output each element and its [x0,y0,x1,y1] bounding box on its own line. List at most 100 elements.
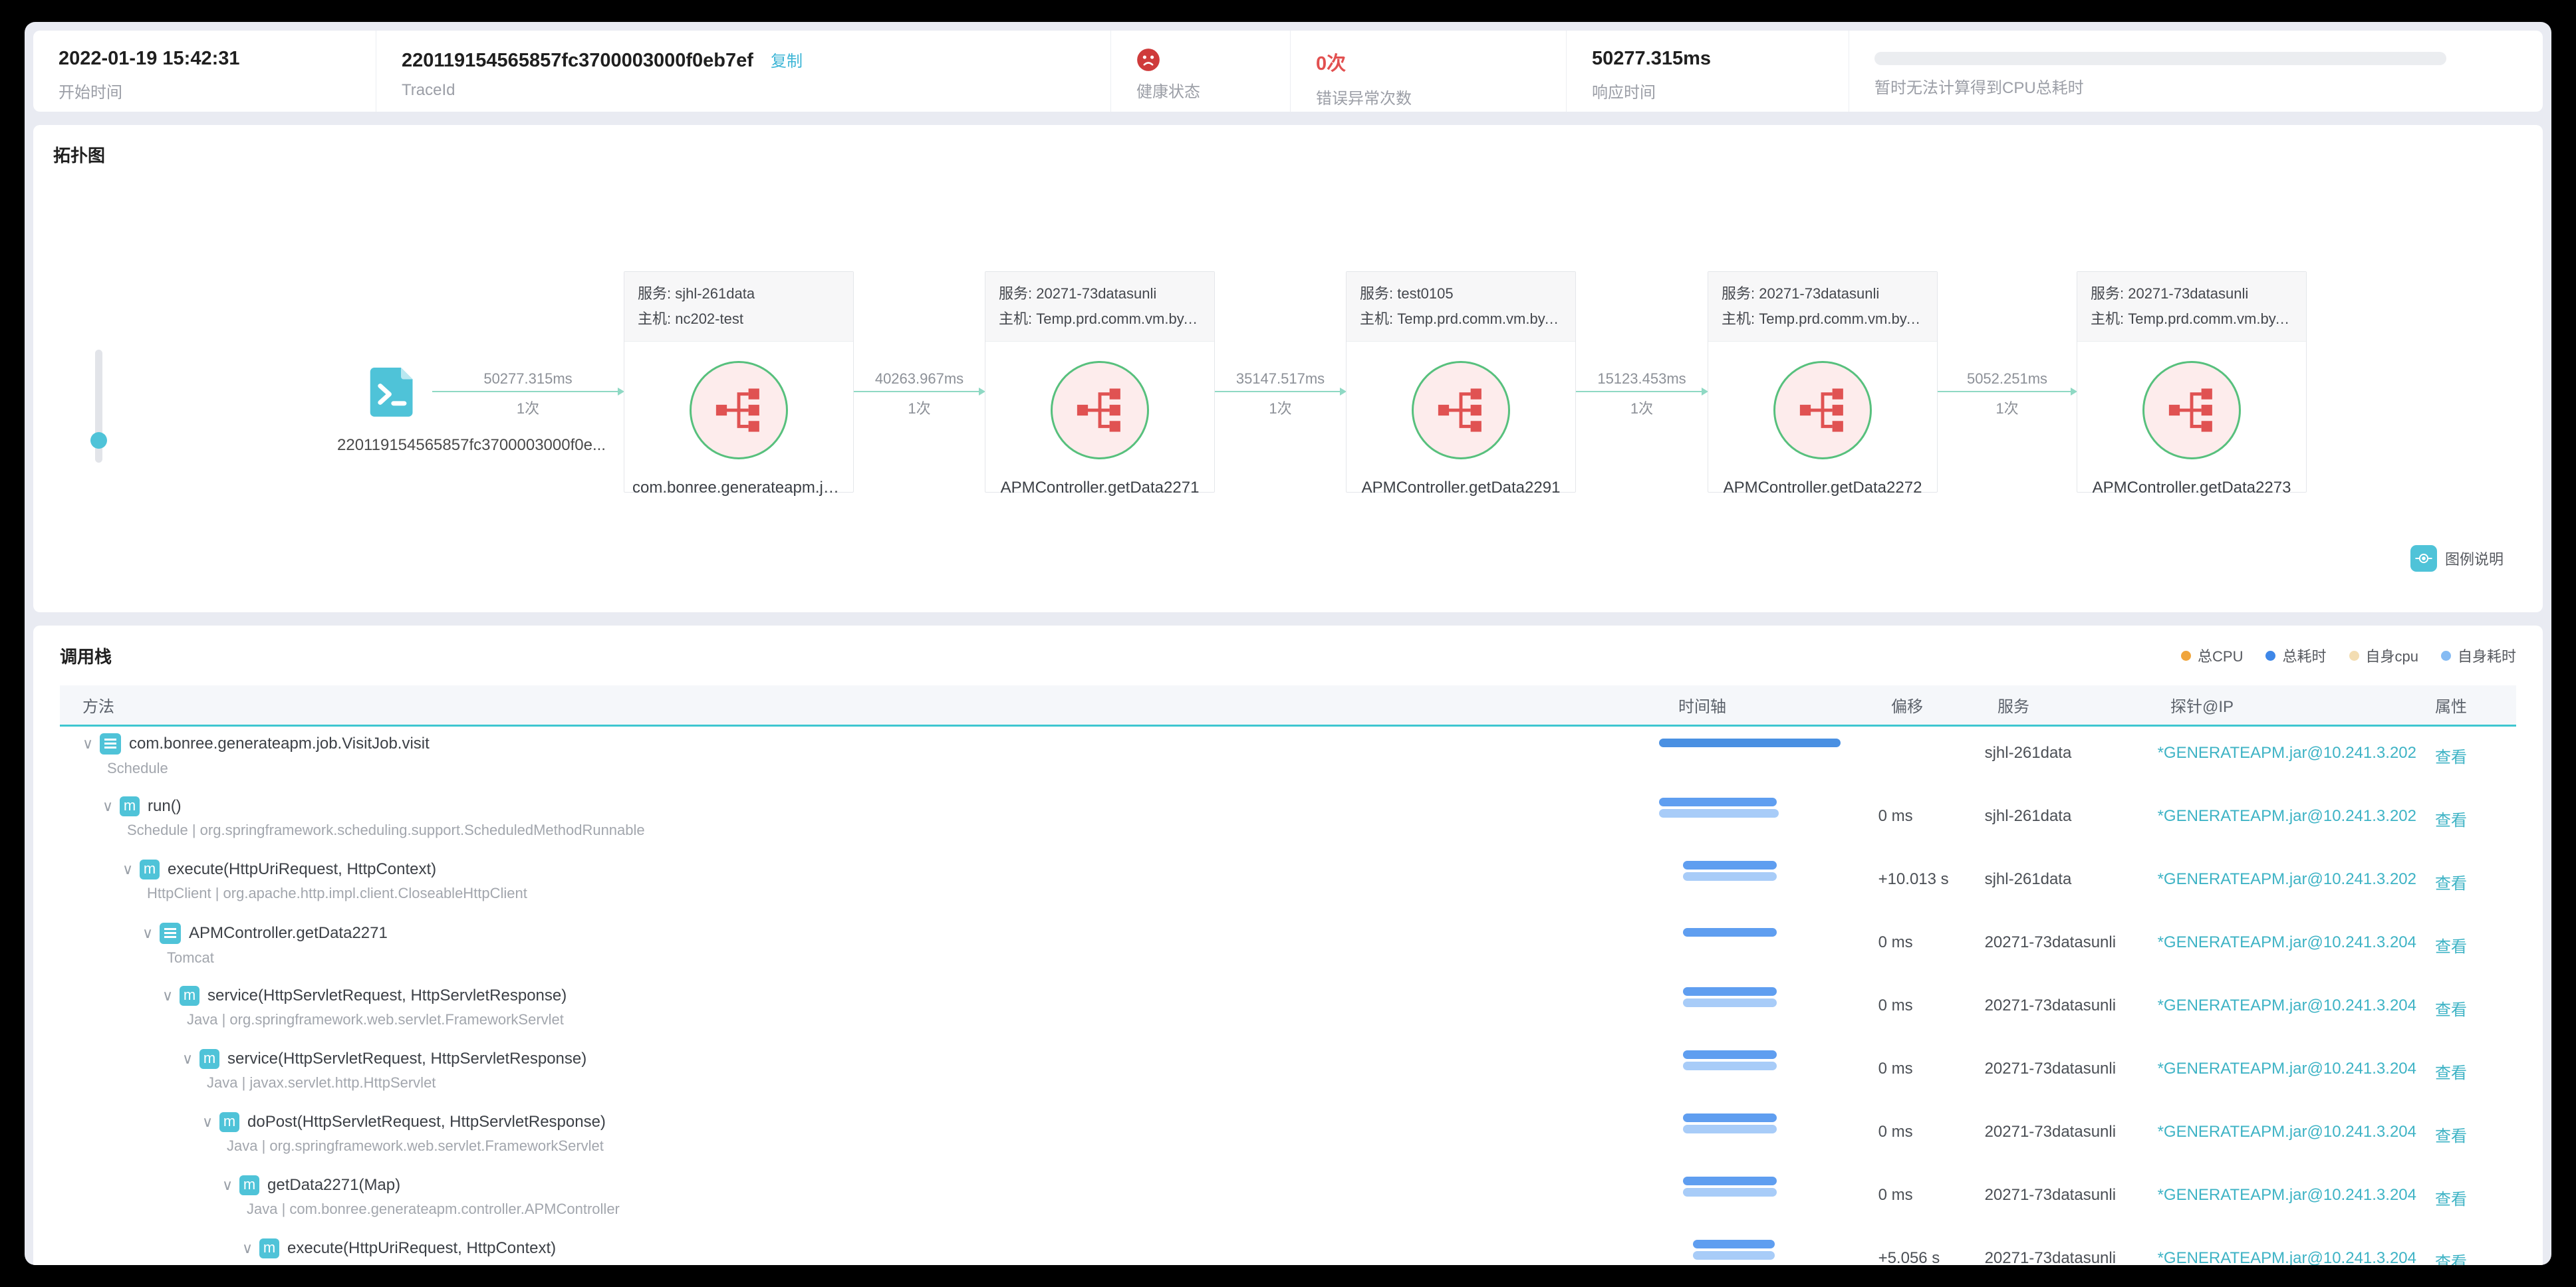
chevron-down-icon[interactable]: ∨ [82,735,100,753]
bar-legend: 总CPU 总耗时 自身cpu 自身耗时 [2181,645,2516,666]
probe-link[interactable]: *GENERATEAPM.jar@10.241.3.202 [2158,870,2416,888]
node-host-line: 主机: Temp.prd.comm.vm.by.idc.b... [2091,310,2293,327]
probe-link[interactable]: *GENERATEAPM.jar@10.241.3.204 [2158,1186,2416,1204]
method-name[interactable]: com.bonree.generateapm.job.VisitJob.visi… [129,735,430,753]
topology-node-header: 服务: 20271-73datasunli 主机: Temp.prd.comm.… [2077,272,2306,342]
service-name: 20271-73datasunli [1984,933,2117,951]
summary-start-time: 2022-01-19 15:42:31 开始时间 [33,31,376,112]
method-cell: ∨ service(HttpServletRequest, HttpServle… [60,979,1659,1042]
zoom-slider-knob[interactable] [90,432,107,449]
node-method-label: APMController.getData2273 [2092,479,2291,497]
topology-edge: 40263.967ms 1次 [854,370,985,419]
column-timeline: 时间轴 [1678,698,1726,716]
view-attributes-link[interactable]: 查看 [2435,807,2467,830]
probe-link[interactable]: *GENERATEAPM.jar@10.241.3.204 [2158,996,2416,1014]
timeline-cell [1659,979,1859,1042]
probe-link[interactable]: *GENERATEAPM.jar@10.241.3.202 [2158,807,2416,825]
topology-panel: 拓扑图 220119154565857fc3700003000f0e... 50… [33,125,2543,612]
view-attributes-link[interactable]: 查看 [2435,996,2467,1020]
column-offset: 偏移 [1891,698,1923,716]
chevron-down-icon[interactable]: ∨ [162,987,180,1004]
service-node-icon[interactable] [1773,361,1872,459]
trace-summary-bar: 2022-01-19 15:42:31 开始时间 220119154565857… [33,31,2543,112]
method-name[interactable]: APMController.getData2271 [189,924,388,943]
total-duration-bar [1682,928,1777,937]
view-attributes-link[interactable]: 查看 [2435,1123,2467,1146]
view-attributes-link[interactable]: 查看 [2435,1249,2467,1265]
node-service-line: 服务: test0105 [1360,285,1454,302]
trace-id-label: TraceId [402,81,455,99]
chevron-down-icon[interactable]: ∨ [182,1050,199,1068]
view-attributes-link[interactable]: 查看 [2435,933,2467,957]
legend-dot-icon [2181,650,2192,661]
self-duration-bar [1682,1188,1777,1197]
chevron-down-icon[interactable]: ∨ [142,925,160,942]
self-duration-bar [1692,1251,1775,1260]
method-name[interactable]: service(HttpServletRequest, HttpServletR… [207,987,567,1005]
topology-node-header: 服务: 20271-73datasunli 主机: Temp.prd.comm.… [985,272,1214,342]
summary-response-time: 50277.315ms 响应时间 [1566,31,1849,112]
edge-duration-label: 5052.251ms [1966,370,2048,387]
legend-button[interactable]: 图例说明 [2410,545,2504,572]
node-method-label: APMController.getData2291 [1361,479,1561,497]
topology-edge: 5052.251ms 1次 [1938,370,2077,419]
error-count-label: 错误异常次数 [1316,90,1412,108]
method-icon [160,923,181,944]
method-name[interactable]: service(HttpServletRequest, HttpServletR… [227,1050,586,1068]
probe-link[interactable]: *GENERATEAPM.jar@10.241.3.204 [2158,1249,2416,1265]
view-attributes-link[interactable]: 查看 [2435,1186,2467,1209]
view-attributes-link[interactable]: 查看 [2435,1060,2467,1083]
copy-trace-id-link[interactable]: 复制 [771,53,803,70]
edge-duration-label: 50277.315ms [483,370,573,387]
method-name[interactable]: run() [148,797,182,816]
probe-link[interactable]: *GENERATEAPM.jar@10.241.3.204 [2158,1060,2416,1078]
legend-button-label: 图例说明 [2445,551,2504,568]
edge-arrow-line [1938,388,2077,396]
edge-arrow-line [1215,388,1347,396]
method-name[interactable]: execute(HttpUriRequest, HttpContext) [168,860,436,879]
call-stack-header-row: 方法 时间轴 偏移 服务 探针@IP 属性 [60,685,2516,727]
chevron-down-icon[interactable]: ∨ [102,798,120,815]
topology-node-body [1347,342,1575,479]
method-cell: ∨ run() Schedule | org.springframework.s… [60,790,1659,853]
chevron-down-icon[interactable]: ∨ [222,1177,239,1194]
legend-dot-icon [2440,650,2451,661]
method-subtitle: Java | org.springframework.web.servlet.F… [187,1011,564,1028]
probe-link[interactable]: *GENERATEAPM.jar@10.241.3.204 [2158,933,2416,951]
service-node-icon[interactable] [690,361,788,459]
service-node-icon[interactable] [2142,361,2241,459]
probe-link[interactable]: *GENERATEAPM.jar@10.241.3.204 [2158,1123,2416,1141]
service-node-icon[interactable] [1412,361,1510,459]
start-time-value: 2022-01-19 15:42:31 [59,48,240,69]
method-name[interactable]: getData2271(Map) [267,1176,400,1195]
method-name[interactable]: execute(HttpUriRequest, HttpContext) [287,1239,556,1258]
node-host-line: 主机: Temp.prd.comm.vm.by.idc.b... [1360,310,1562,327]
node-method-label: APMController.getData2272 [1723,479,1922,497]
method-icon [219,1111,239,1132]
legend-dot-icon [2349,650,2359,661]
method-name[interactable]: doPost(HttpServletRequest, HttpServletRe… [247,1113,606,1131]
method-cell: ∨ service(HttpServletRequest, HttpServle… [60,1042,1659,1106]
service-node-icon[interactable] [1051,361,1149,459]
offset-value: 0 ms [1878,807,1913,825]
service-name: sjhl-261data [1984,744,2072,762]
chevron-down-icon[interactable]: ∨ [202,1113,219,1131]
table-row: ∨ execute(HttpUriRequest, HttpContext) +… [60,1232,2516,1265]
timeline-cell [1658,790,1859,853]
chevron-down-icon[interactable]: ∨ [122,861,140,878]
chevron-down-icon[interactable]: ∨ [242,1240,259,1257]
timeline-cell [1659,1106,1859,1169]
method-icon [239,1174,259,1195]
total-duration-bar [1682,1113,1777,1122]
trace-entry-script-icon[interactable] [364,364,418,417]
method-subtitle: Java | com.bonree.generateapm.controller… [247,1201,620,1217]
method-cell: ∨ com.bonree.generateapm.job.VisitJob.vi… [60,727,1659,790]
legend-dot-icon [2265,650,2276,661]
view-attributes-link[interactable]: 查看 [2435,744,2467,767]
view-attributes-link[interactable]: 查看 [2435,870,2467,893]
method-cell: ∨ APMController.getData2271 Tomcat [60,916,1659,979]
health-status-label: 健康状态 [1136,83,1200,101]
probe-link[interactable]: *GENERATEAPM.jar@10.241.3.202 [2158,744,2416,762]
start-time-label: 开始时间 [59,84,122,102]
call-stack-panel: 调用栈 总CPU 总耗时 自身cpu 自身耗时 方法 时间轴 偏移 服务 探针@IP … [33,626,2543,1265]
